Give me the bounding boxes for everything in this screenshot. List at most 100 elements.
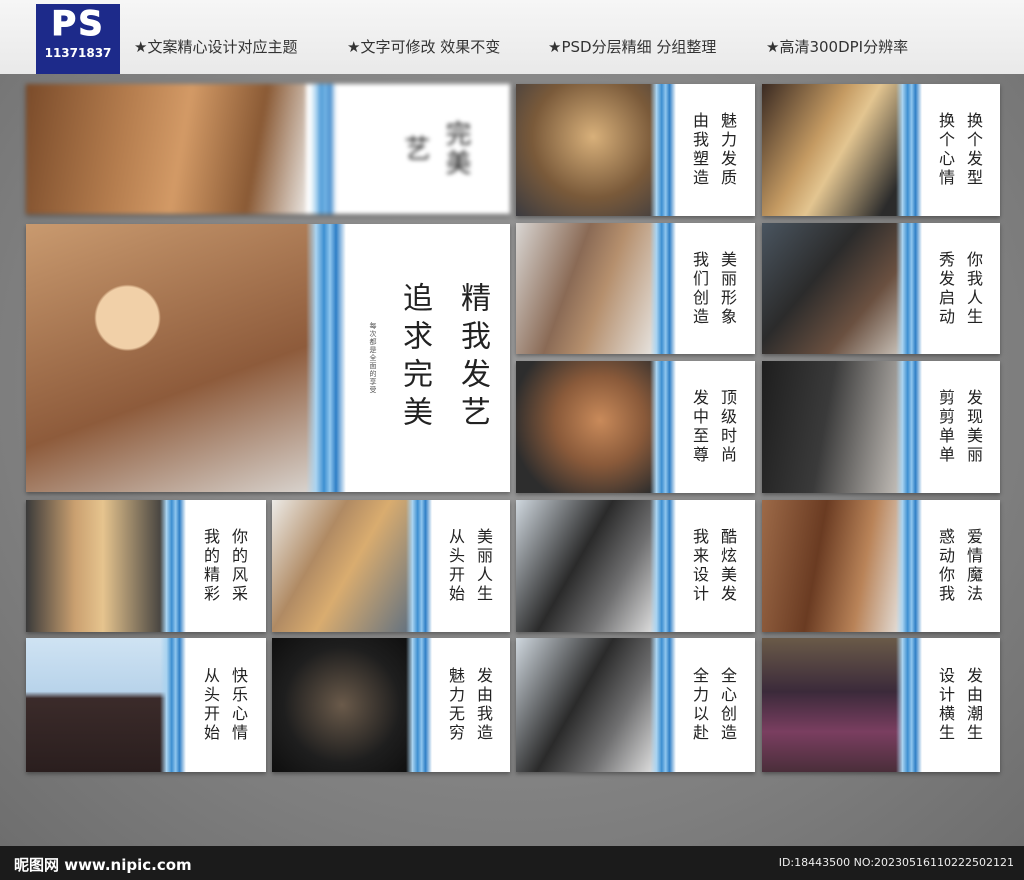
hair-photo bbox=[762, 223, 902, 354]
slogan: 发现美丽 剪剪单单 bbox=[924, 361, 994, 493]
feature-4: ★高清300DPI分辨率 bbox=[766, 38, 909, 56]
slogan-line: 你我人生 bbox=[964, 250, 983, 327]
wave-decoration bbox=[650, 223, 676, 354]
wave-decoration bbox=[406, 500, 432, 632]
wave-decoration bbox=[650, 500, 676, 632]
ps-id: 11371837 bbox=[44, 46, 112, 60]
wave-decoration bbox=[310, 84, 336, 214]
slogan: 你我人生 秀发启动 bbox=[924, 223, 994, 354]
wave-decoration bbox=[160, 500, 186, 632]
showcase-stage: 完美 艺 精我发艺 追求完美 每次都是全面的享受 魅力发质 由我塑造 换个发型 … bbox=[0, 74, 1024, 846]
slogan-line: 换个发型 bbox=[964, 112, 983, 188]
poster-card: 爱情魔法 惑动你我 bbox=[762, 500, 1000, 632]
slogan: 发由我造 魅力无穷 bbox=[434, 638, 504, 772]
slogan-line: 酷炫美发 bbox=[718, 528, 737, 604]
hair-photo bbox=[516, 223, 656, 354]
slogan-line: 剪剪单单 bbox=[936, 389, 955, 465]
poster-card: 快乐心情 从头开始 bbox=[26, 638, 266, 772]
hair-photo bbox=[516, 361, 656, 493]
hair-photo bbox=[26, 84, 306, 214]
poster-card: 顶级时尚 发中至尊 bbox=[516, 361, 755, 493]
slogan: 爱情魔法 惑动你我 bbox=[924, 500, 994, 632]
slogan: 美丽人生 从头开始 bbox=[434, 500, 504, 632]
feature-2: ★文字可修改 效果不变 bbox=[347, 38, 501, 56]
slogan-line: 从头开始 bbox=[201, 667, 220, 743]
poster-card: 你的风采 我的精彩 bbox=[26, 500, 266, 632]
slogan-line: 精我发艺 bbox=[455, 282, 490, 434]
wave-decoration bbox=[406, 638, 432, 772]
slogan-line: 魅力无穷 bbox=[446, 667, 465, 743]
site-watermark[interactable]: 昵图网 www.nipic.com bbox=[14, 854, 192, 875]
feature-3: ★PSD分层精细 分组整理 bbox=[548, 38, 717, 56]
hair-photo bbox=[26, 638, 166, 772]
poster-card: 酷炫美发 我来设计 bbox=[516, 500, 755, 632]
slogan: 快乐心情 从头开始 bbox=[188, 638, 260, 772]
slogan-line: 由我塑造 bbox=[690, 112, 709, 188]
ps-logo: PS bbox=[51, 4, 105, 45]
slogan-line: 艺 bbox=[400, 134, 430, 164]
slogan: 你的风采 我的精彩 bbox=[188, 500, 260, 632]
slogan: 美丽形象 我们创造 bbox=[678, 223, 748, 354]
slogan-line: 魅力发质 bbox=[718, 112, 737, 188]
slogan-line: 换个心情 bbox=[936, 112, 955, 188]
slogan-line: 设计横生 bbox=[936, 667, 955, 743]
slogan-line: 我来设计 bbox=[690, 528, 709, 604]
wave-decoration bbox=[896, 84, 922, 216]
hair-photo bbox=[762, 361, 902, 493]
hair-photo bbox=[516, 500, 656, 632]
hair-photo bbox=[272, 638, 412, 772]
slogan-note: 每次都是全面的享受 bbox=[369, 322, 377, 394]
slogan: 换个发型 换个心情 bbox=[924, 84, 994, 216]
hair-photo bbox=[762, 84, 902, 216]
poster-card: 发现美丽 剪剪单单 bbox=[762, 361, 1000, 493]
wave-decoration bbox=[650, 361, 676, 493]
hair-photo bbox=[516, 84, 656, 216]
image-id-text: ID:18443500 NO:20230516110222502121 bbox=[778, 856, 1014, 869]
hair-photo bbox=[272, 500, 412, 632]
slogan-line: 从头开始 bbox=[446, 528, 465, 604]
poster-card: 全心创造 全力以赴 bbox=[516, 638, 755, 772]
hero-card: 精我发艺 追求完美 每次都是全面的享受 bbox=[26, 224, 510, 492]
slogan: 顶级时尚 发中至尊 bbox=[678, 361, 748, 493]
feature-1: ★文案精心设计对应主题 bbox=[134, 38, 298, 56]
slogan-line: 全力以赴 bbox=[690, 667, 709, 743]
footer-bar: 昵图网 www.nipic.com ID:18443500 NO:2023051… bbox=[0, 846, 1024, 880]
slogan-line: 爱情魔法 bbox=[964, 528, 983, 604]
slogan-line: 美丽人生 bbox=[474, 528, 493, 604]
hair-photo bbox=[26, 500, 166, 632]
wave-decoration bbox=[650, 84, 676, 216]
banner-card-top: 完美 艺 bbox=[26, 84, 510, 214]
poster-card: 美丽形象 我们创造 bbox=[516, 223, 755, 354]
poster-card: 你我人生 秀发启动 bbox=[762, 223, 1000, 354]
slogan: 精我发艺 追求完美 每次都是全面的享受 bbox=[366, 224, 496, 492]
hair-photo bbox=[26, 224, 316, 492]
slogan-line: 你的风采 bbox=[229, 528, 248, 604]
slogan: 魅力发质 由我塑造 bbox=[678, 84, 748, 216]
wave-decoration bbox=[160, 638, 186, 772]
slogan: 完美 艺 bbox=[386, 84, 486, 214]
slogan: 全心创造 全力以赴 bbox=[678, 638, 748, 772]
wave-decoration bbox=[650, 638, 676, 772]
slogan-line: 我的精彩 bbox=[201, 528, 220, 604]
slogan-line: 顶级时尚 bbox=[718, 389, 737, 465]
slogan-line: 完美 bbox=[441, 120, 471, 178]
poster-card: 发由潮生 设计横生 bbox=[762, 638, 1000, 772]
wave-decoration bbox=[896, 223, 922, 354]
wave-decoration bbox=[306, 224, 346, 492]
slogan-line: 我们创造 bbox=[690, 250, 709, 327]
slogan-line: 发中至尊 bbox=[690, 389, 709, 465]
wave-decoration bbox=[896, 638, 922, 772]
ps-badge: PS 11371837 bbox=[36, 4, 120, 74]
hair-photo bbox=[762, 638, 902, 772]
slogan-line: 美丽形象 bbox=[718, 250, 737, 327]
hair-photo bbox=[516, 638, 656, 772]
slogan-line: 发现美丽 bbox=[964, 389, 983, 465]
slogan-line: 发由我造 bbox=[474, 667, 493, 743]
slogan-line: 惑动你我 bbox=[936, 528, 955, 604]
slogan-line: 发由潮生 bbox=[964, 667, 983, 743]
header-bar: PS 11371837 ★文案精心设计对应主题 ★文字可修改 效果不变 ★PSD… bbox=[0, 0, 1024, 74]
poster-card: 美丽人生 从头开始 bbox=[272, 500, 510, 632]
slogan: 酷炫美发 我来设计 bbox=[678, 500, 748, 632]
wave-decoration bbox=[896, 500, 922, 632]
slogan: 发由潮生 设计横生 bbox=[924, 638, 994, 772]
